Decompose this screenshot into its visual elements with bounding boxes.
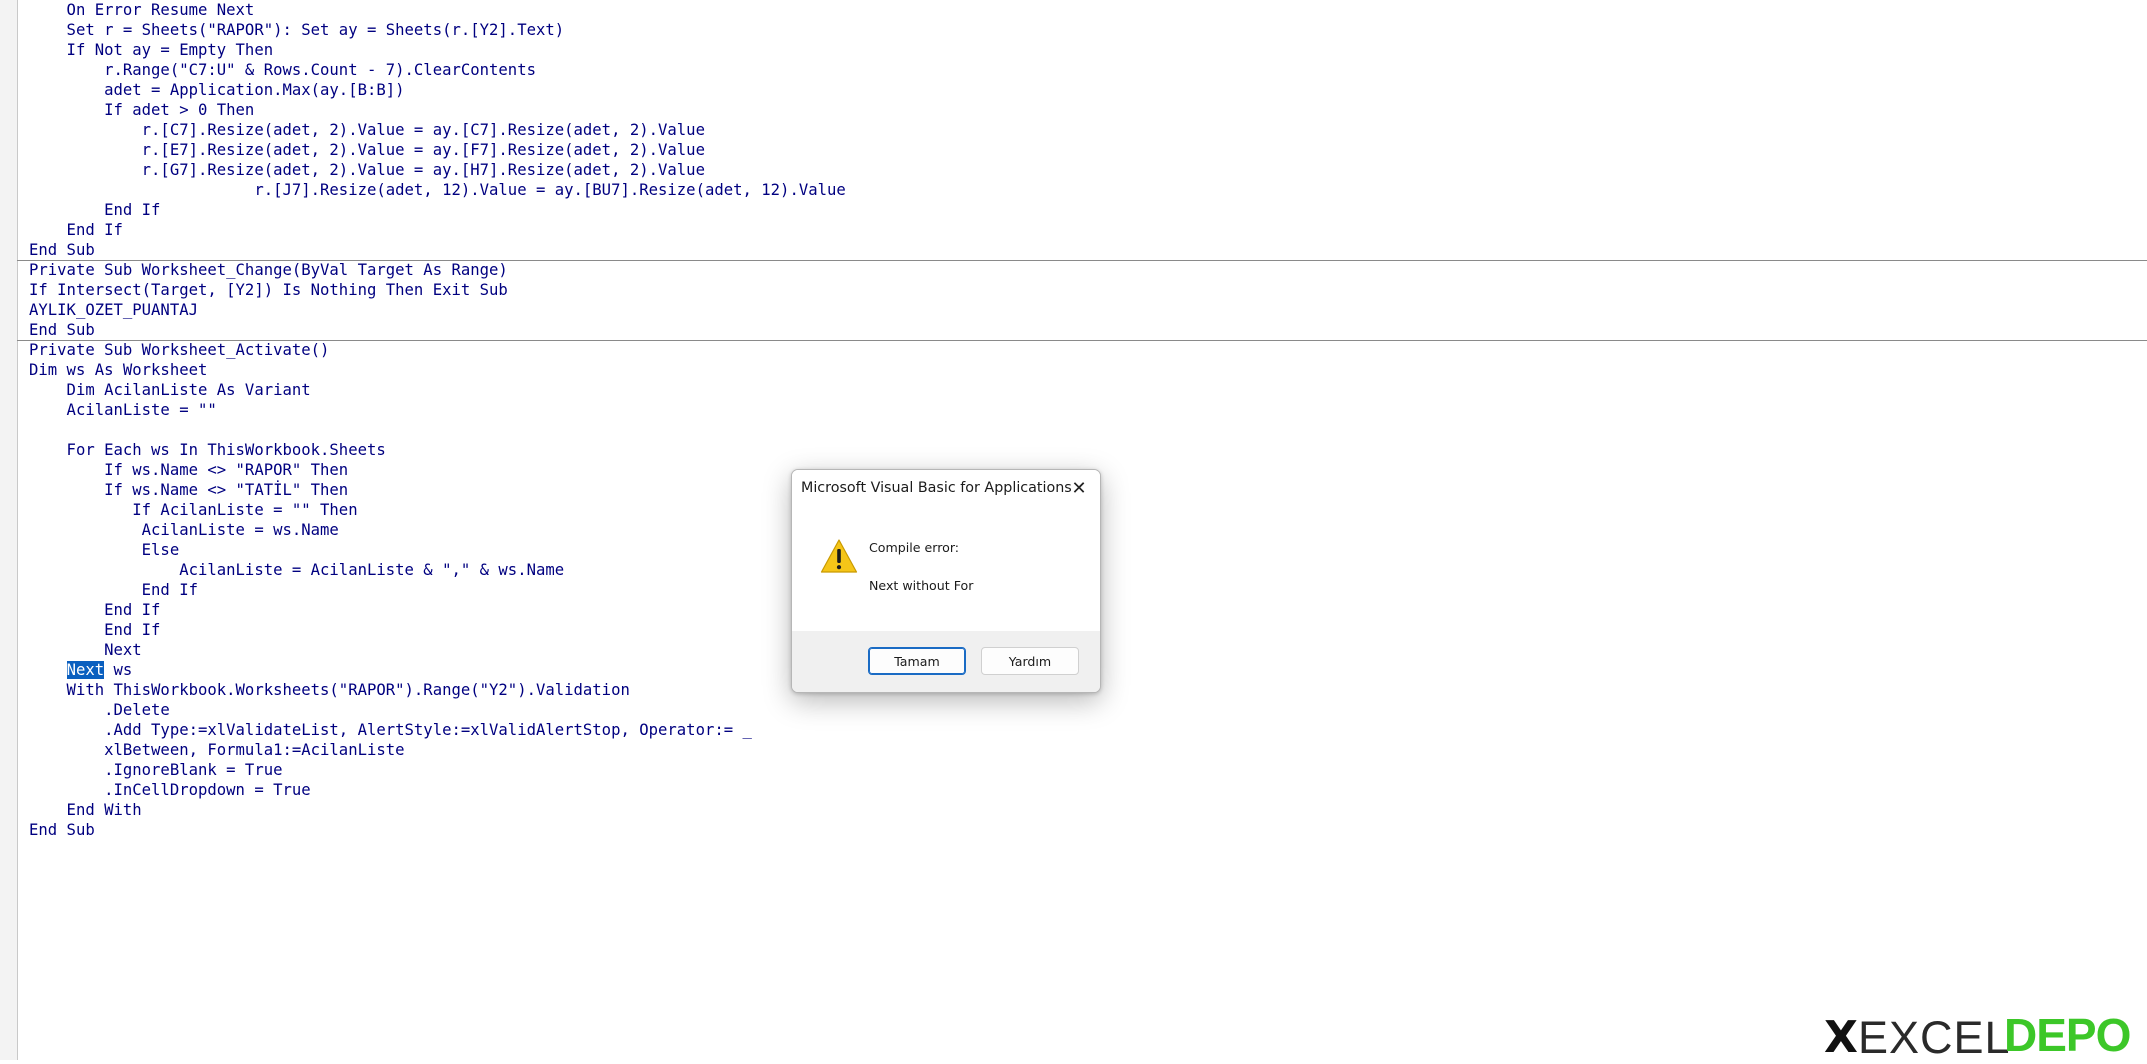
code-line[interactable]: Private Sub Worksheet_Change(ByVal Targe… (29, 260, 508, 280)
code-line[interactable]: Else (29, 540, 180, 560)
highlighted-keyword[interactable]: Next (66, 661, 105, 679)
logo-excel-text: EXCEL (1858, 1012, 2011, 1063)
code-line[interactable]: .Delete (29, 700, 170, 720)
code-line[interactable]: If ws.Name <> "TATİL" Then (29, 480, 348, 500)
logo-x-mark: X (1824, 1012, 1858, 1063)
code-line[interactable]: If ws.Name <> "RAPOR" Then (29, 460, 348, 480)
ok-button[interactable]: Tamam (868, 647, 966, 675)
code-line[interactable]: End If (29, 600, 160, 620)
close-icon[interactable]: ✕ (1064, 474, 1094, 504)
code-line[interactable]: For Each ws In ThisWorkbook.Sheets (29, 440, 386, 460)
code-line[interactable]: Private Sub Worksheet_Activate() (29, 340, 329, 360)
code-line[interactable]: .Add Type:=xlValidateList, AlertStyle:=x… (29, 720, 752, 740)
error-message-text: Next without For (869, 578, 974, 593)
code-line[interactable]: AcilanListe = AcilanListe & "," & ws.Nam… (29, 560, 564, 580)
logo-depo-text: DEPO (2004, 1009, 2131, 1061)
code-line[interactable]: r.[E7].Resize(adet, 2).Value = ay.[F7].R… (29, 140, 705, 160)
dialog-titlebar[interactable]: Microsoft Visual Basic for Applications … (792, 470, 1100, 508)
code-line[interactable]: End Sub (29, 240, 95, 260)
code-line[interactable]: r.[C7].Resize(adet, 2).Value = ay.[C7].R… (29, 120, 705, 140)
code-line[interactable]: End If (29, 200, 160, 220)
code-line[interactable]: AYLIK_OZET_PUANTAJ (29, 300, 198, 320)
procedure-separator (17, 340, 2147, 341)
dialog-footer: Tamam Yardım (792, 631, 1100, 692)
code-line[interactable]: r.[G7].Resize(adet, 2).Value = ay.[H7].R… (29, 160, 705, 180)
code-line[interactable]: On Error Resume Next (29, 0, 255, 20)
code-line[interactable]: Set r = Sheets("RAPOR"): Set ay = Sheets… (29, 20, 565, 40)
code-text: ws (104, 661, 133, 679)
code-line[interactable]: Next ws (29, 660, 132, 680)
code-line[interactable]: AcilanListe = ws.Name (29, 520, 339, 540)
code-line[interactable]: r.[J7].Resize(adet, 12).Value = ay.[BU7]… (29, 180, 845, 200)
code-line[interactable]: xlBetween, Formula1:=AcilanListe (29, 740, 404, 760)
code-line[interactable]: End If (29, 220, 123, 240)
code-line[interactable]: If Intersect(Target, [Y2]) Is Nothing Th… (29, 280, 508, 300)
help-button[interactable]: Yardım (981, 647, 1079, 675)
dialog-body: Compile error: Next without For (792, 508, 1100, 600)
code-line[interactable]: Next (29, 640, 142, 660)
code-line[interactable]: If AcilanListe = "" Then (29, 500, 357, 520)
excel-depo-logo: X EXCEL DEPO (1824, 1008, 2134, 1063)
code-line[interactable]: Dim AcilanListe As Variant (29, 380, 311, 400)
code-line[interactable]: If adet > 0 Then (29, 100, 254, 120)
code-line[interactable]: adet = Application.Max(ay.[B:B]) (29, 80, 404, 100)
code-line[interactable]: .InCellDropdown = True (29, 780, 311, 800)
dialog-title: Microsoft Visual Basic for Applications (801, 480, 1072, 496)
code-line[interactable]: If Not ay = Empty Then (29, 40, 274, 60)
margin-indicator-bar[interactable] (0, 0, 18, 1060)
compile-error-dialog: Microsoft Visual Basic for Applications … (791, 469, 1101, 693)
code-line[interactable]: AcilanListe = "" (29, 400, 217, 420)
procedure-separator (17, 260, 2147, 261)
error-type-text: Compile error: (869, 540, 960, 555)
code-line[interactable]: End Sub (29, 320, 95, 340)
code-line[interactable]: End If (29, 580, 198, 600)
code-line[interactable]: End Sub (29, 820, 95, 840)
code-line[interactable]: r.Range("C7:U" & Rows.Count - 7).ClearCo… (29, 60, 536, 80)
code-line[interactable]: .IgnoreBlank = True (29, 760, 282, 780)
warning-icon (820, 539, 858, 573)
code-line[interactable]: End If (29, 620, 160, 640)
code-line[interactable]: With ThisWorkbook.Worksheets("RAPOR").Ra… (29, 680, 630, 700)
code-line[interactable]: Dim ws As Worksheet (29, 360, 207, 380)
code-line[interactable]: End With (29, 800, 142, 820)
